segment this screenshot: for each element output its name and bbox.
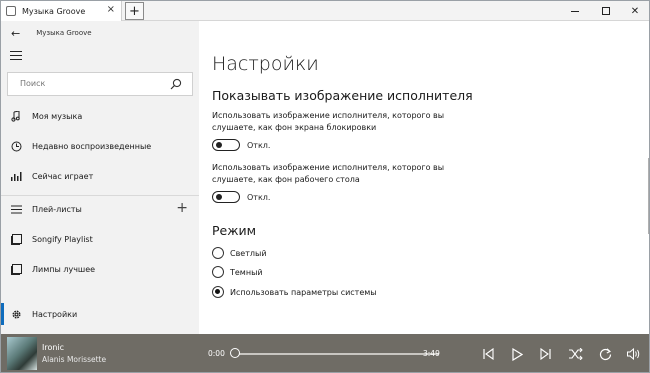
radio-button-selected[interactable] (212, 286, 224, 298)
time-total: 3:49 (423, 349, 440, 358)
track-artist[interactable]: Alanis Morissette (42, 355, 106, 364)
playlist-tile-icon (10, 263, 22, 275)
music-note-icon (10, 110, 22, 122)
hamburger-menu-icon[interactable] (10, 51, 22, 63)
sidebar: ← Музыка Groove Поиск Моя музыка Недавно… (1, 21, 199, 334)
section-artist-image: Показывать изображение исполнителя (212, 88, 473, 103)
playlists-icon (10, 203, 22, 215)
sidebar-item-label: Настройки (32, 309, 78, 319)
now-playing-bars-icon (10, 170, 22, 182)
gear-icon (10, 308, 22, 320)
toggle-state-label: Откл. (247, 192, 271, 202)
settings-pane: Настройки Показывать изображение исполни… (199, 21, 649, 334)
sidebar-item-playlists[interactable]: Плей-листы + (1, 198, 199, 220)
minimize-icon (571, 10, 579, 12)
clock-icon (10, 140, 22, 152)
volume-icon (627, 348, 640, 360)
section-mode: Режим (212, 223, 257, 238)
shuffle-button[interactable] (568, 346, 584, 362)
lock-screen-description: Использовать изображение исполнителя, ко… (212, 111, 445, 132)
volume-button[interactable] (626, 346, 642, 362)
sidebar-item-now-playing[interactable]: Сейчас играет (1, 165, 199, 187)
radio-button[interactable] (212, 266, 224, 278)
album-art[interactable] (7, 337, 37, 370)
play-button[interactable] (509, 346, 525, 362)
sidebar-divider (1, 195, 199, 196)
previous-track-button[interactable] (480, 346, 496, 362)
sidebar-item-label: Моя музыка (32, 111, 83, 121)
playlist-tile-icon (10, 233, 22, 245)
lock-screen-toggle[interactable] (212, 139, 240, 151)
title-bar: Музыка Groove × + ✕ (1, 1, 649, 21)
desktop-toggle-row[interactable]: Откл. (212, 191, 270, 203)
search-icon[interactable] (170, 78, 182, 90)
skip-previous-icon (483, 348, 494, 360)
mode-option-system[interactable]: Использовать параметры системы (212, 286, 377, 298)
sidebar-item-recent[interactable]: Недавно воспроизведенные (1, 135, 199, 157)
time-current: 0:00 (208, 349, 225, 358)
maximize-icon (602, 7, 610, 15)
progress-slider-thumb[interactable] (230, 348, 240, 358)
tab-title: Музыка Groove (22, 6, 86, 16)
toggle-state-label: Откл. (247, 140, 271, 150)
page-title: Настройки (212, 53, 319, 75)
track-title[interactable]: Ironic (42, 343, 64, 352)
mode-option-dark[interactable]: Темный (212, 266, 263, 278)
radio-label: Темный (230, 267, 263, 277)
app-tab-icon (6, 6, 16, 16)
sidebar-item-my-music[interactable]: Моя музыка (1, 105, 199, 127)
next-track-button[interactable] (538, 346, 554, 362)
radio-label: Использовать параметры системы (230, 287, 377, 297)
desktop-toggle[interactable] (212, 191, 240, 203)
add-playlist-button[interactable]: + (176, 201, 188, 215)
sidebar-item-label: Плей-листы (32, 204, 82, 214)
sidebar-item-label: Сейчас играет (32, 171, 94, 181)
radio-label: Светлый (230, 248, 267, 258)
repeat-icon (599, 347, 611, 360)
repeat-button[interactable] (597, 346, 613, 362)
app-name: Музыка Groove (36, 29, 92, 37)
mode-option-light[interactable]: Светлый (212, 247, 267, 259)
close-button[interactable]: ✕ (621, 1, 649, 21)
sidebar-item-label: Недавно воспроизведенные (32, 141, 152, 151)
app-header: ← Музыка Groove (1, 23, 199, 43)
lock-screen-toggle-row[interactable]: Откл. (212, 139, 270, 151)
radio-button[interactable] (212, 247, 224, 259)
minimize-button[interactable] (561, 1, 589, 21)
shuffle-icon (569, 348, 583, 360)
new-tab-button[interactable]: + (125, 2, 144, 20)
search-input[interactable]: Поиск (7, 72, 193, 96)
desktop-description: Использовать изображение исполнителя, ко… (212, 163, 445, 184)
tab-close-icon[interactable]: × (107, 5, 115, 15)
search-placeholder: Поиск (20, 79, 46, 88)
skip-next-icon (540, 348, 551, 360)
sidebar-item-label: Лимпы лучшее (32, 264, 96, 274)
sidebar-item-songify-playlist[interactable]: Songify Playlist (1, 228, 199, 250)
back-arrow-icon[interactable]: ← (11, 27, 20, 40)
sidebar-item-limpy-best[interactable]: Лимпы лучшее (1, 258, 199, 280)
sidebar-item-label: Songify Playlist (32, 234, 93, 244)
maximize-button[interactable] (592, 1, 620, 21)
groove-music-window: Музыка Groove × + ✕ ← Музыка Groove Поис… (0, 0, 650, 373)
play-icon (512, 347, 523, 361)
progress-slider[interactable] (235, 353, 439, 355)
player-bar: Ironic Alanis Morissette 0:00 3:49 (1, 334, 649, 372)
sidebar-item-settings[interactable]: Настройки (1, 303, 199, 325)
app-tab[interactable]: Музыка Groove × (1, 1, 122, 21)
